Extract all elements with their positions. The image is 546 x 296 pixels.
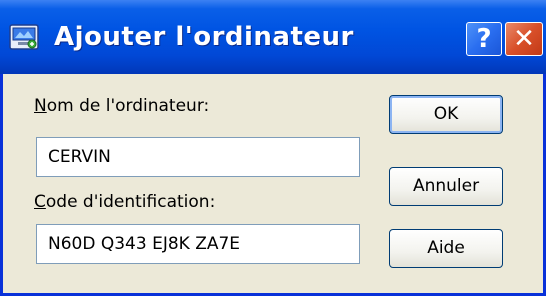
title-bar[interactable]: Ajouter l'ordinateur ? ✕: [0, 0, 546, 74]
cancel-button[interactable]: Annuler: [389, 167, 503, 206]
ok-button[interactable]: OK: [389, 95, 503, 134]
identification-code-label: Code d'identification:: [34, 192, 216, 212]
help-icon-button[interactable]: ?: [466, 22, 502, 56]
help-button[interactable]: Aide: [389, 229, 503, 268]
window-title: Ajouter l'ordinateur: [54, 22, 354, 52]
computer-name-field[interactable]: [36, 137, 360, 177]
help-icon: ?: [476, 24, 492, 54]
computer-add-icon: [9, 24, 39, 50]
close-button[interactable]: ✕: [505, 22, 543, 56]
computer-name-label: Nom de l'ordinateur:: [34, 96, 210, 116]
add-computer-dialog: Ajouter l'ordinateur ? ✕ Nom de l'ordina…: [0, 0, 546, 296]
identification-code-field[interactable]: [36, 224, 360, 264]
close-icon: ✕: [513, 24, 535, 54]
